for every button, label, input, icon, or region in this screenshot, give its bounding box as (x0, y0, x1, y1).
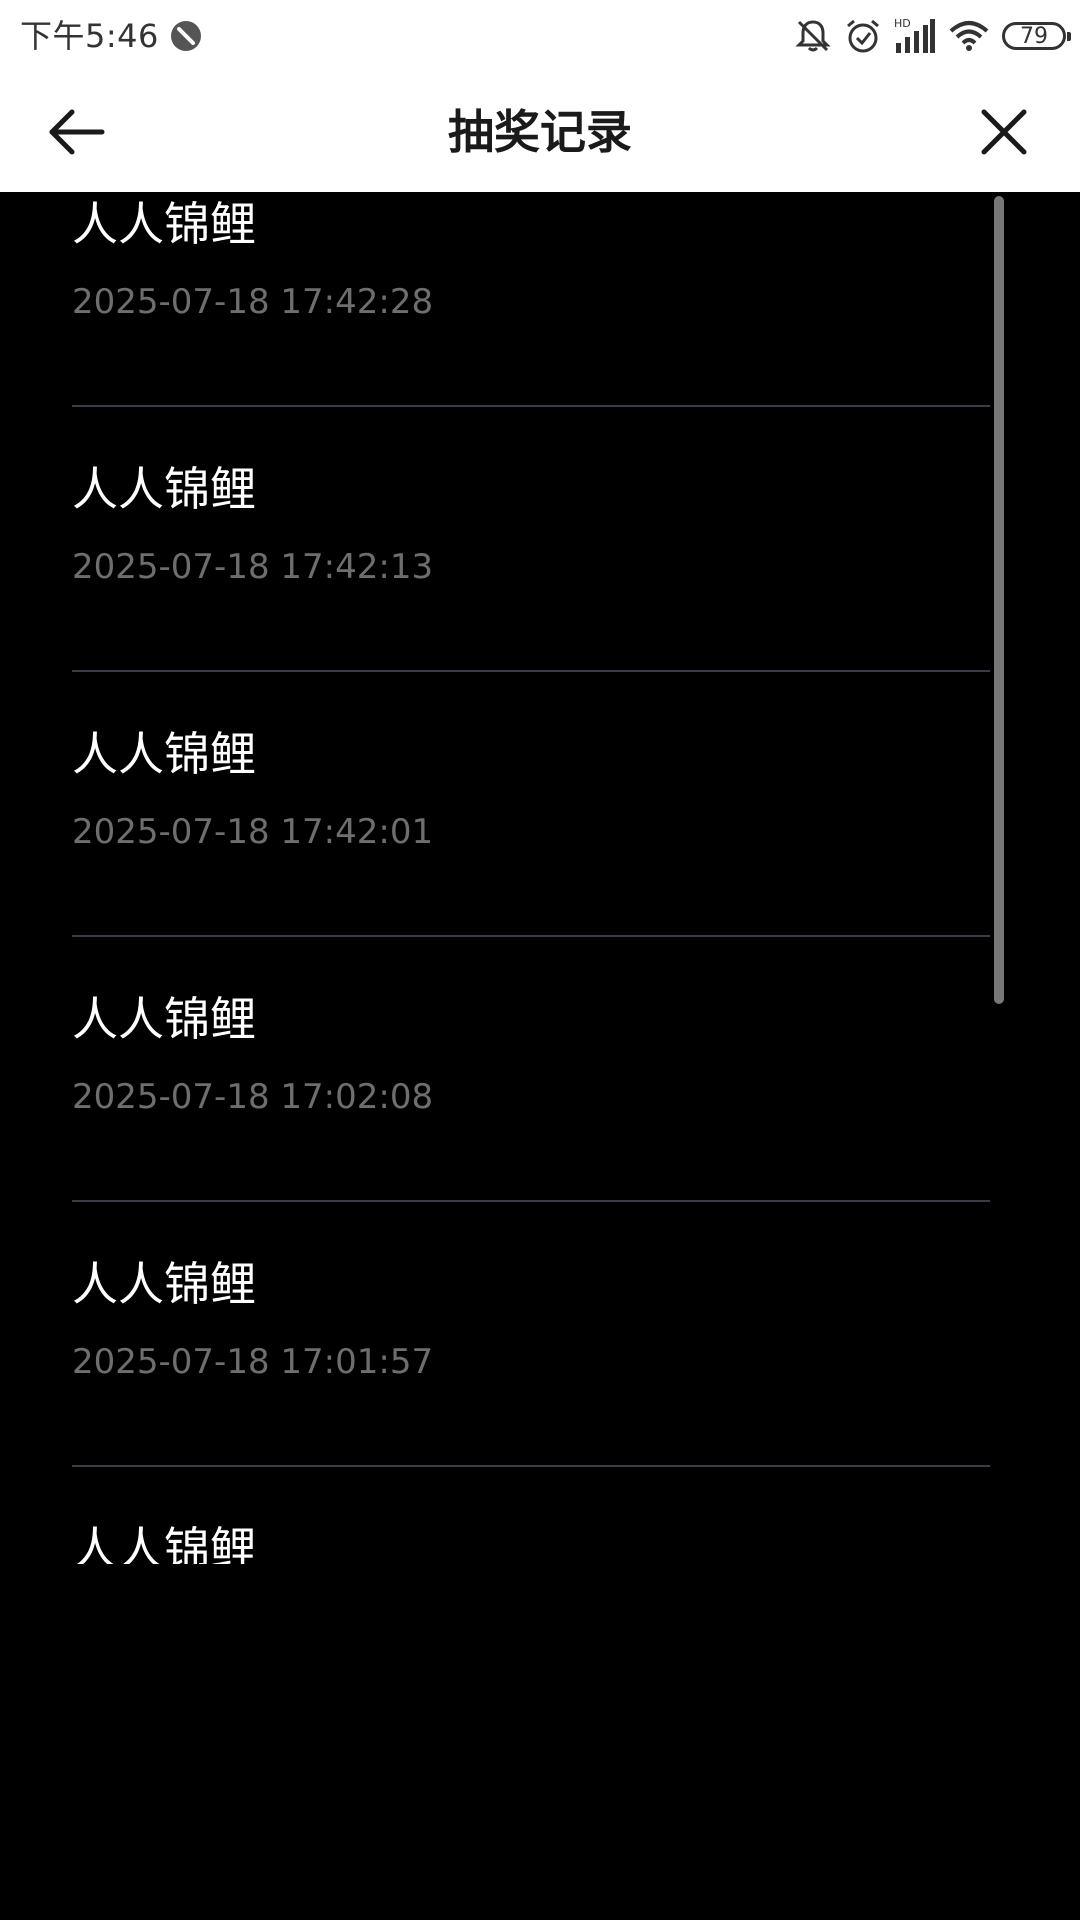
scrollbar[interactable] (994, 196, 1004, 1004)
list-item[interactable]: 人人锦鲤 2025-07-18 17:01:57 (72, 1202, 990, 1467)
record-name: 人人锦鲤 (72, 1522, 256, 1564)
records-list-content: 人人锦鲤 2025-07-18 17:42:28 人人锦鲤 2025-07-18… (0, 192, 1080, 1564)
list-item[interactable]: 人人锦鲤 2025-07-18 17:42:28 (72, 192, 990, 407)
status-time: 下午5:46 (20, 17, 159, 55)
record-time: 2025-07-18 17:01:57 (72, 1342, 434, 1382)
status-icons: HD 79 (794, 14, 1071, 58)
signal-icon: HD (894, 17, 935, 53)
bell-muted-icon (795, 20, 831, 52)
record-time: 2025-07-18 17:02:08 (72, 1077, 434, 1117)
wifi-icon (949, 21, 989, 51)
records-list[interactable]: 人人锦鲤 2025-07-18 17:42:28 人人锦鲤 2025-07-18… (0, 192, 1080, 1564)
list-item[interactable]: 人人锦鲤 (72, 1467, 990, 1564)
nav-bar: 抽奖记录 (0, 72, 1080, 192)
battery-level: 79 (1020, 23, 1048, 49)
record-name: 人人锦鲤 (72, 462, 256, 516)
page-title: 抽奖记录 (448, 105, 632, 159)
dnd-icon (171, 21, 201, 51)
list-bottom-area (0, 1565, 1080, 1920)
list-item[interactable]: 人人锦鲤 2025-07-18 17:42:13 (72, 407, 990, 672)
battery-icon: 79 (1002, 22, 1071, 50)
record-time: 2025-07-18 17:42:01 (72, 812, 434, 852)
close-icon[interactable] (972, 100, 1036, 164)
record-time: 2025-07-18 17:42:28 (72, 282, 434, 322)
record-name: 人人锦鲤 (72, 1257, 256, 1311)
list-item[interactable]: 人人锦鲤 2025-07-18 17:42:01 (72, 672, 990, 937)
status-bar: 下午5:46 HD 79 (0, 0, 1080, 72)
svg-text:HD: HD (894, 17, 911, 30)
record-time: 2025-07-18 17:42:13 (72, 547, 434, 587)
record-name: 人人锦鲤 (72, 992, 256, 1046)
record-name: 人人锦鲤 (72, 197, 256, 251)
alarm-icon (847, 19, 879, 53)
record-name: 人人锦鲤 (72, 727, 256, 781)
list-item[interactable]: 人人锦鲤 2025-07-18 17:02:08 (72, 937, 990, 1202)
